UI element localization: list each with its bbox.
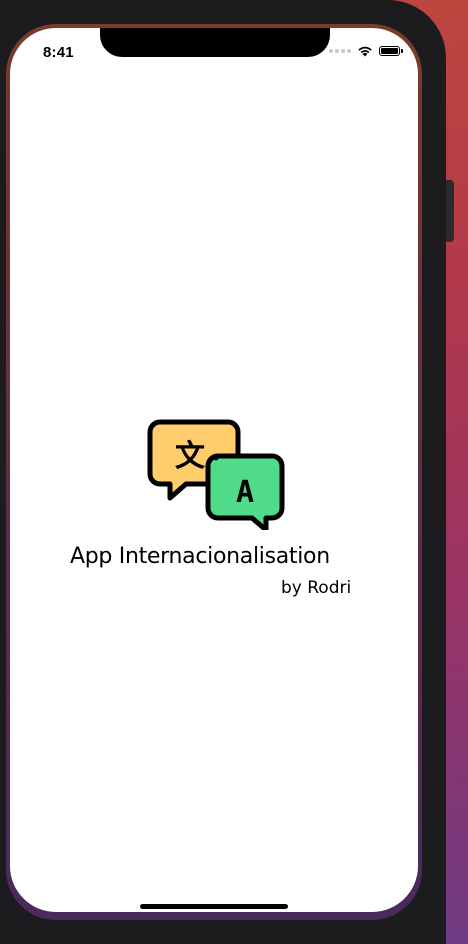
logo-glyph-left: 文 — [175, 439, 205, 474]
cellular-dots-icon — [329, 49, 351, 53]
home-indicator[interactable] — [140, 904, 288, 909]
status-time: 8:41 — [43, 44, 74, 61]
phone-side-button — [446, 180, 454, 242]
logo-dot — [213, 455, 219, 461]
status-icons — [329, 45, 403, 57]
app-screen: 8:41 文 A App Internacionalisation by Rod… — [10, 28, 418, 912]
wifi-icon — [358, 46, 372, 57]
translate-chat-bubbles-icon: 文 A — [147, 419, 285, 530]
app-author: by Rodri — [281, 578, 352, 598]
battery-icon — [379, 46, 403, 56]
logo-glyph-right: A — [236, 475, 254, 510]
notch — [100, 28, 330, 57]
app-title: App Internacionalisation — [70, 544, 330, 569]
